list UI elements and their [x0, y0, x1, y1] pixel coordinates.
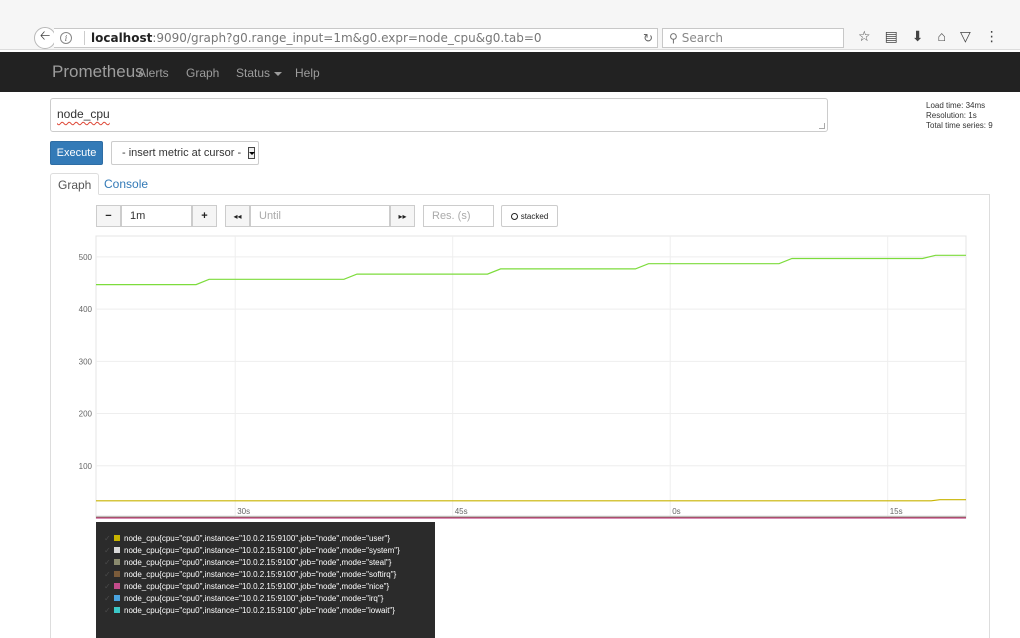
check-icon: ✓: [104, 605, 111, 615]
expression-text: node_cpu: [57, 107, 110, 121]
range-input[interactable]: 1m: [121, 205, 192, 227]
legend-label: node_cpu{cpu="cpu0",instance="10.0.2.15:…: [124, 581, 390, 591]
browser-search-input[interactable]: ⚲ Search: [662, 28, 844, 48]
nav-help[interactable]: Help: [295, 66, 320, 80]
back-time-button[interactable]: ◂◂: [225, 205, 250, 227]
browser-toolbar: 🡠 i localhost :9090/graph?g0.range_input…: [0, 0, 1020, 50]
legend-item[interactable]: ✓ node_cpu{cpu="cpu0",instance="10.0.2.15…: [104, 556, 435, 568]
reload-icon[interactable]: ↻: [643, 31, 653, 45]
x-tick-label: 30s: [237, 507, 250, 516]
menu-icon[interactable]: ⋮: [985, 28, 999, 45]
bookmark-star-icon[interactable]: ☆: [858, 28, 871, 45]
legend-item[interactable]: ✓ node_cpu{cpu="cpu0",instance="10.0.2.15…: [104, 592, 435, 604]
nav-graph[interactable]: Graph: [186, 66, 219, 80]
stacked-toggle-button[interactable]: stacked: [501, 205, 558, 227]
legend-swatch: [114, 535, 120, 541]
legend-swatch: [114, 547, 120, 553]
check-icon: ✓: [104, 593, 111, 603]
resolution: Resolution: 1s: [926, 111, 977, 120]
chart-plot-area: [95, 235, 967, 519]
x-tick-label: 0s: [672, 507, 680, 516]
legend-item[interactable]: ✓ node_cpu{cpu="cpu0",instance="10.0.2.15…: [104, 580, 435, 592]
forward-time-button[interactable]: ▸▸: [390, 205, 415, 227]
resolution-input[interactable]: Res. (s): [423, 205, 494, 227]
download-icon[interactable]: ⬇: [912, 28, 924, 45]
url-separator: [84, 31, 85, 45]
nav-status[interactable]: Status: [236, 66, 283, 80]
y-tick-label: 200: [79, 410, 93, 419]
decrease-range-button[interactable]: −: [96, 205, 121, 227]
url-path: :9090/graph?g0.range_input=1m&g0.expr=no…: [152, 31, 542, 45]
legend-label: node_cpu{cpu="cpu0",instance="10.0.2.15:…: [124, 569, 397, 579]
x-tick-label: 45s: [455, 507, 468, 516]
legend-swatch: [114, 607, 120, 613]
legend-swatch: [114, 571, 120, 577]
reading-list-icon[interactable]: ▤: [885, 28, 898, 45]
y-tick-label: 500: [79, 253, 93, 262]
legend-label: node_cpu{cpu="cpu0",instance="10.0.2.15:…: [124, 557, 392, 567]
tab-graph[interactable]: Graph: [50, 173, 100, 195]
stacked-label: stacked: [520, 211, 549, 221]
load-time: Load time: 34ms: [926, 101, 986, 110]
y-tick-label: 300: [79, 357, 93, 366]
y-tick-label: 100: [79, 462, 93, 471]
legend-item[interactable]: ✓ node_cpu{cpu="cpu0",instance="10.0.2.15…: [104, 604, 435, 616]
check-icon: ✓: [104, 569, 111, 579]
pocket-icon[interactable]: ▽: [960, 28, 971, 45]
tab-console[interactable]: Console: [97, 173, 155, 195]
search-icon: ⚲: [669, 31, 678, 45]
view-tabs: Graph Console: [50, 173, 990, 195]
app-navbar: Prometheus Alerts Graph Status Help: [0, 52, 1020, 92]
cpu-line-chart: 100 200 300 400 500 30s 45s 0s 15s: [79, 235, 967, 519]
legend-label: node_cpu{cpu="cpu0",instance="10.0.2.15:…: [124, 545, 400, 555]
search-placeholder: Search: [681, 31, 724, 45]
until-input[interactable]: Until: [250, 205, 390, 227]
metric-select-value: - insert metric at cursor -: [122, 147, 242, 159]
legend-label: node_cpu{cpu="cpu0",instance="10.0.2.15:…: [124, 593, 384, 603]
stacked-circle-icon: [510, 212, 518, 220]
series-legend: ✓ node_cpu{cpu="cpu0",instance="10.0.2.15…: [96, 522, 435, 638]
url-host: localhost: [91, 31, 153, 45]
query-stats: Load time: 34ms Resolution: 1s Total tim…: [926, 101, 993, 131]
increase-range-button[interactable]: +: [192, 205, 217, 227]
nav-alerts[interactable]: Alerts: [138, 66, 169, 80]
brand-logo[interactable]: Prometheus: [52, 62, 144, 82]
execute-button[interactable]: Execute: [50, 141, 103, 165]
insert-metric-select[interactable]: - insert metric at cursor -: [111, 141, 259, 165]
legend-label: node_cpu{cpu="cpu0",instance="10.0.2.15:…: [124, 605, 395, 615]
resize-handle-icon[interactable]: [819, 123, 825, 129]
x-tick-label: 15s: [890, 507, 903, 516]
chevron-down-icon: [274, 71, 283, 76]
back-arrow-icon[interactable]: 🡠: [34, 27, 56, 49]
home-icon[interactable]: ⌂: [938, 28, 946, 45]
check-icon: ✓: [104, 533, 111, 543]
dropdown-arrow-icon: [248, 147, 255, 159]
expression-input[interactable]: node_cpu: [50, 98, 828, 132]
legend-item[interactable]: ✓ node_cpu{cpu="cpu0",instance="10.0.2.15…: [104, 544, 435, 556]
legend-item[interactable]: ✓ node_cpu{cpu="cpu0",instance="10.0.2.15…: [104, 532, 435, 544]
legend-swatch: [114, 595, 120, 601]
legend-item[interactable]: ✓ node_cpu{cpu="cpu0",instance="10.0.2.15…: [104, 568, 435, 580]
legend-swatch: [114, 559, 120, 565]
nav-status-label: Status: [236, 66, 271, 80]
y-tick-label: 400: [79, 305, 93, 314]
info-icon[interactable]: i: [60, 32, 72, 44]
check-icon: ✓: [104, 545, 111, 555]
legend-label: node_cpu{cpu="cpu0",instance="10.0.2.15:…: [124, 533, 391, 543]
browser-tool-icons: ☆ ▤ ⬇ ⌂ ▽ ⋮: [858, 28, 999, 45]
check-icon: ✓: [104, 581, 111, 591]
total-series: Total time series: 9: [926, 121, 993, 130]
legend-swatch: [114, 583, 120, 589]
check-icon: ✓: [104, 557, 111, 567]
url-bar[interactable]: i localhost :9090/graph?g0.range_input=1…: [54, 28, 658, 48]
